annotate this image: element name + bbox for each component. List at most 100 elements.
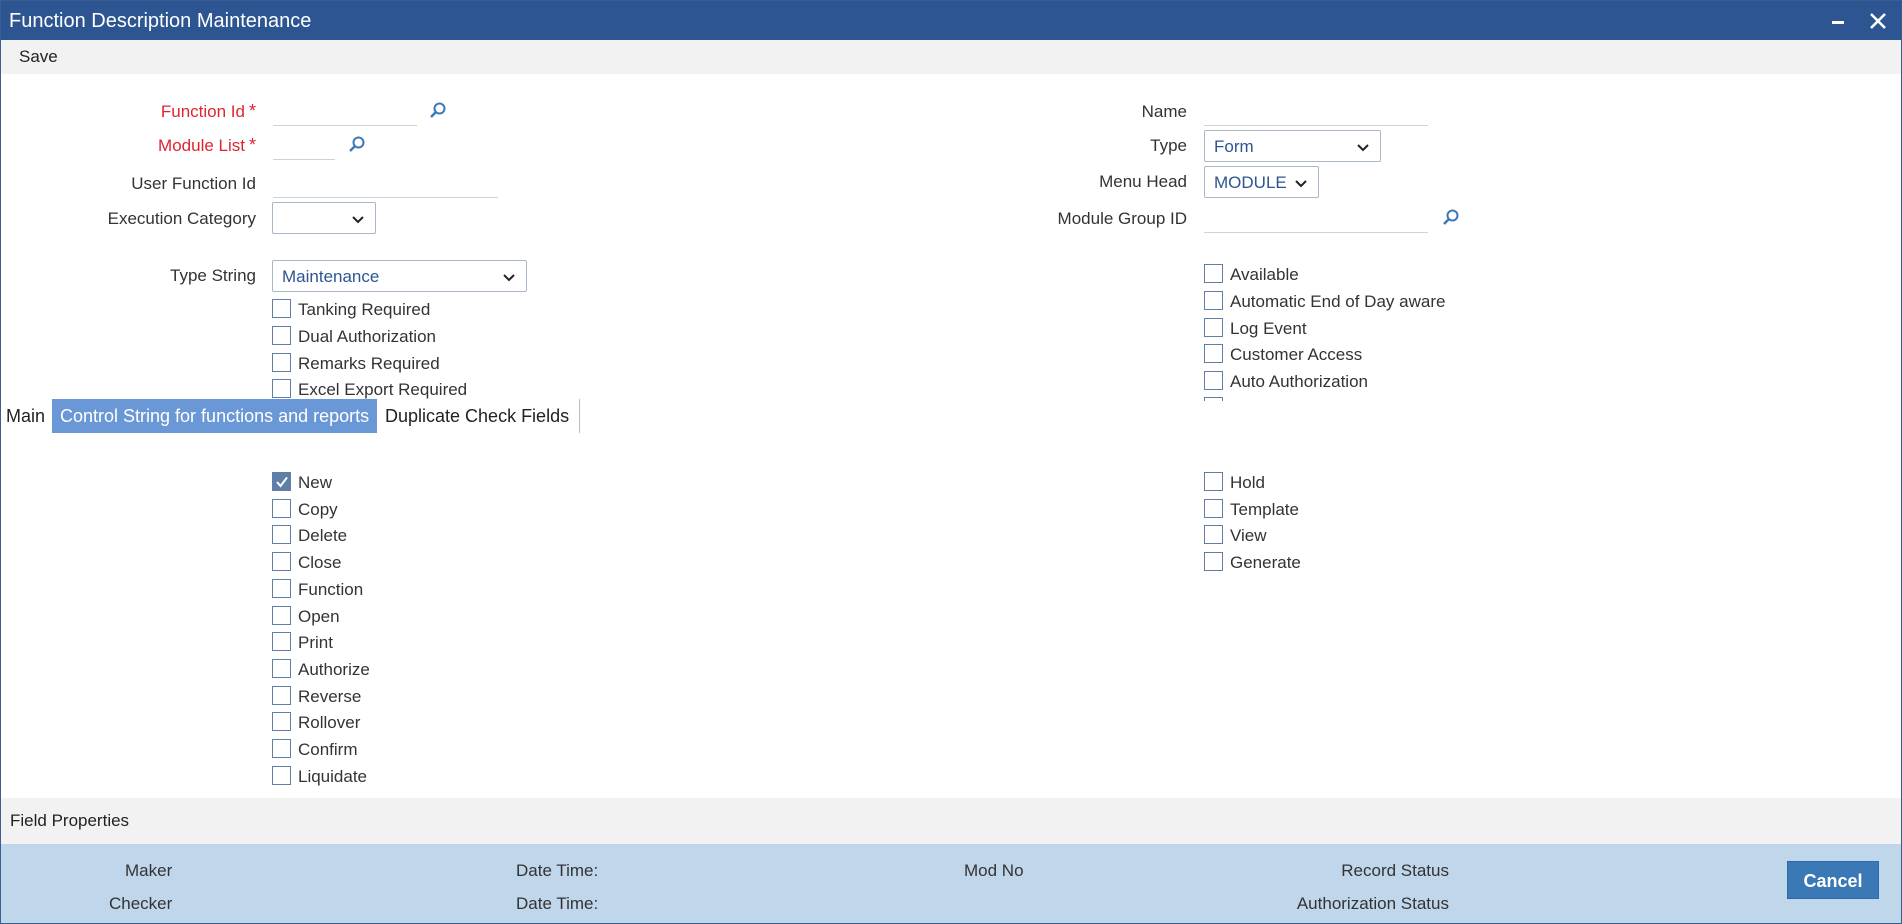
checkbox-label: Remarks Required — [298, 354, 440, 373]
type-select[interactable]: Form — [1204, 130, 1381, 162]
checkbox-label: Dual Authorization — [298, 327, 436, 346]
checkbox-label: Template — [1230, 500, 1299, 519]
checker-date-time-label: Date Time: — [516, 894, 599, 913]
chevron-down-icon — [1295, 180, 1307, 188]
checkbox-label: Tanking Required — [298, 300, 431, 319]
available-checkbox[interactable] — [1204, 264, 1223, 283]
view-checkbox[interactable] — [1204, 525, 1223, 544]
hold-checkbox[interactable] — [1204, 472, 1223, 491]
checkbox-label: Function — [298, 580, 364, 599]
tab-main[interactable]: Main — [6, 399, 45, 433]
checkbox-label: New — [298, 473, 333, 492]
mod-no-label: Mod No — [964, 861, 1024, 880]
module-list-input[interactable] — [273, 133, 335, 160]
checkbox-label: Authorize — [298, 660, 370, 679]
checkbox-label: Rollover — [298, 713, 361, 732]
dual-authorization-checkbox[interactable] — [272, 326, 291, 345]
rollover-checkbox[interactable] — [272, 712, 291, 731]
title-bar: Function Description Maintenance — [1, 1, 1901, 40]
user-function-id-input[interactable] — [273, 171, 498, 198]
copy-checkbox[interactable] — [272, 499, 291, 518]
required-star: * — [248, 101, 256, 121]
type-string-value: Maintenance — [282, 267, 380, 286]
checkbox-label: Log Event — [1230, 319, 1307, 338]
auto-authorization-checkbox[interactable] — [1204, 371, 1223, 390]
menu-head-label: Menu Head — [1099, 172, 1187, 191]
reverse-checkbox[interactable] — [272, 686, 291, 705]
chevron-down-icon — [503, 274, 515, 282]
tab-duplicate-check-fields[interactable]: Duplicate Check Fields — [385, 399, 569, 433]
checkbox-label: Customer Access — [1230, 345, 1363, 364]
excel-export-required-checkbox[interactable] — [272, 379, 291, 398]
right-options-scroll[interactable]: Available Automatic End of Day aware Log… — [1191, 256, 1691, 401]
type-label: Type — [1150, 136, 1187, 155]
cancel-button[interactable]: Cancel — [1787, 861, 1879, 899]
module-group-id-label: Module Group ID — [1057, 209, 1187, 228]
module-list-label: Module List * — [158, 135, 256, 155]
execution-category-label: Execution Category — [107, 209, 256, 228]
checkbox-label: Generate — [1230, 553, 1301, 572]
checkbox-label: Confirm — [298, 740, 358, 759]
delete-checkbox[interactable] — [272, 525, 291, 544]
checkbox-label: View — [1230, 526, 1267, 545]
save-menu-item[interactable]: Save — [19, 47, 58, 67]
chevron-down-icon — [352, 216, 364, 224]
field-properties-bar: Field Properties — [1, 798, 1901, 844]
tab-control-string[interactable]: Control String for functions and reports — [52, 399, 378, 433]
function-checkbox[interactable] — [272, 579, 291, 598]
type-string-label: Type String — [170, 266, 256, 285]
window-title: Function Description Maintenance — [9, 10, 312, 32]
name-input[interactable] — [1204, 99, 1428, 126]
module-group-id-input[interactable] — [1204, 206, 1428, 233]
search-icon[interactable] — [429, 101, 447, 119]
type-string-select[interactable]: Maintenance — [272, 260, 527, 292]
checkbox-label: Delete — [298, 526, 348, 545]
checkbox-label: Available — [1230, 265, 1299, 284]
minimize-icon[interactable] — [1823, 6, 1853, 36]
execution-category-select[interactable] — [272, 202, 376, 234]
checkbox-label: Auto Authorization — [1230, 372, 1368, 391]
hidden-option-checkbox[interactable] — [1204, 397, 1223, 401]
checkbox-label: Reverse — [298, 687, 362, 706]
chevron-down-icon — [1357, 144, 1369, 152]
record-status-label: Record Status — [1341, 861, 1449, 880]
type-value: Form — [1214, 137, 1254, 156]
log-event-checkbox[interactable] — [1204, 318, 1223, 337]
menu-head-value: MODULE — [1214, 173, 1287, 192]
open-checkbox[interactable] — [272, 606, 291, 625]
checkmark-icon — [276, 476, 288, 488]
liquidate-checkbox[interactable] — [272, 766, 291, 785]
menu-bar: Save — [1, 40, 1901, 74]
checker-label: Checker — [109, 894, 173, 913]
print-checkbox[interactable] — [272, 632, 291, 651]
confirm-checkbox[interactable] — [272, 739, 291, 758]
user-function-id-label: User Function Id — [131, 174, 256, 193]
maker-date-time-label: Date Time: — [516, 861, 599, 880]
search-icon[interactable] — [1442, 208, 1460, 226]
name-label: Name — [1141, 102, 1187, 121]
close-icon[interactable] — [1863, 6, 1893, 36]
function-id-input[interactable] — [273, 99, 417, 126]
close-checkbox[interactable] — [272, 552, 291, 571]
remarks-required-checkbox[interactable] — [272, 353, 291, 372]
new-checkbox[interactable] — [272, 472, 291, 491]
audit-footer: Maker Checker Date Time: Date Time: Mod … — [1, 844, 1901, 923]
checkbox-label: Open — [298, 607, 340, 626]
authorize-checkbox[interactable] — [272, 659, 291, 678]
field-properties-link[interactable]: Field Properties — [10, 811, 129, 831]
authorization-status-label: Authorization Status — [1296, 894, 1449, 913]
checkbox-label: Print — [298, 633, 333, 652]
search-icon[interactable] — [348, 135, 366, 153]
generate-checkbox[interactable] — [1204, 552, 1223, 571]
automatic-eod-aware-checkbox[interactable] — [1204, 291, 1223, 310]
template-checkbox[interactable] — [1204, 499, 1223, 518]
customer-access-checkbox[interactable] — [1204, 344, 1223, 363]
checkbox-label: Hold — [1230, 473, 1265, 492]
tab-divider — [579, 399, 580, 433]
checkbox-label: Liquidate — [298, 767, 368, 786]
checkbox-label: Automatic End of Day aware — [1230, 292, 1446, 311]
maker-label: Maker — [125, 861, 173, 880]
menu-head-select[interactable]: MODULE — [1204, 166, 1319, 198]
checkbox-label: Excel Export Required — [298, 380, 468, 399]
tanking-required-checkbox[interactable] — [272, 299, 291, 318]
